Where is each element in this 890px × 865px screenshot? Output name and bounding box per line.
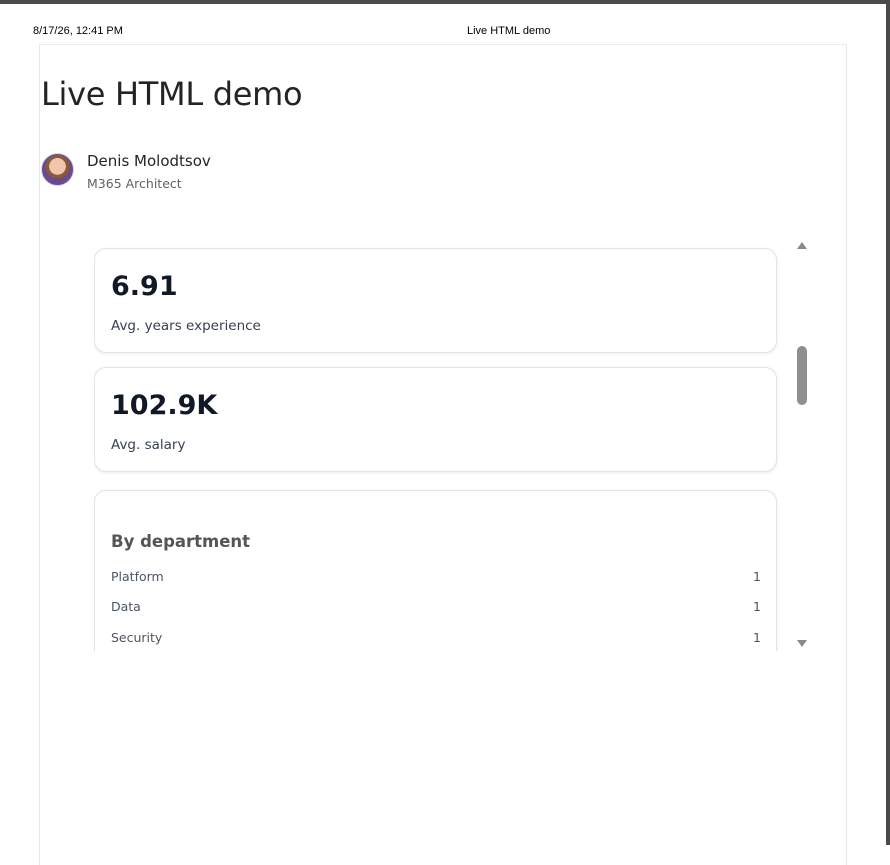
department-heading: By department [111,532,251,551]
kpi-card-experience: 6.91 Avg. years experience [94,248,777,353]
scrollbar-thumb[interactable] [797,346,807,405]
scroll-down-icon[interactable] [797,640,807,647]
list-item: Security 1 [111,630,761,645]
department-count: 1 [753,599,761,614]
department-count: 1 [753,569,761,584]
window-frame-top [0,0,890,4]
avatar[interactable] [41,153,74,186]
kpi-label: Avg. years experience [111,318,261,334]
document-page: Live HTML demo Denis Molodtsov M365 Arch… [39,44,847,865]
print-header-date: 8/17/26, 12:41 PM [33,25,123,37]
author-name[interactable]: Denis Molodtsov [87,152,211,170]
author-role: M365 Architect [87,176,182,191]
window-frame-right [886,0,890,845]
kpi-value: 6.91 [111,271,178,302]
author-info: Denis Molodtsov M365 Architect [87,151,211,191]
department-name: Security [111,630,163,645]
page-title: Live HTML demo [41,75,303,113]
list-item: Data 1 [111,599,761,614]
department-count: 1 [753,630,761,645]
embedded-html-frame[interactable]: 6.91 Avg. years experience 102.9K Avg. s… [94,241,810,651]
list-item: Platform 1 [111,569,761,584]
kpi-label: Avg. salary [111,437,186,453]
kpi-value: 102.9K [111,390,218,421]
department-name: Data [111,599,141,614]
kpi-card-salary: 102.9K Avg. salary [94,367,777,472]
department-name: Platform [111,569,164,584]
author-byline: Denis Molodtsov M365 Architect [41,151,211,191]
department-card: By department Platform 1 Data 1 Security… [94,490,777,651]
print-header-title: Live HTML demo [467,25,551,37]
scroll-up-icon[interactable] [797,242,807,249]
